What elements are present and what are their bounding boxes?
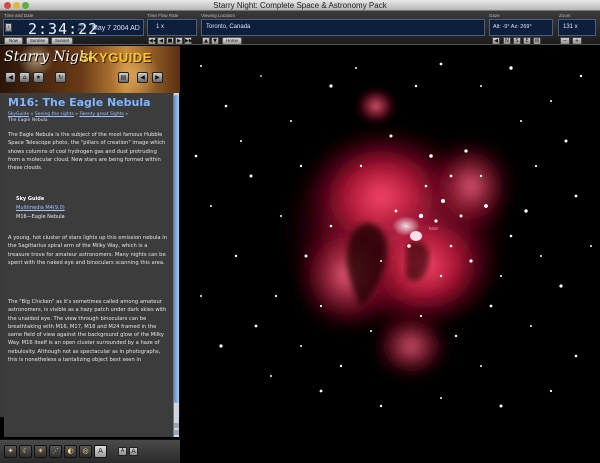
gaze-back-icon[interactable]: ◀ xyxy=(492,37,500,45)
text-size-larger-button[interactable]: A xyxy=(129,447,138,456)
stop-icon[interactable]: ■ xyxy=(166,37,174,45)
home-location-button[interactable]: Home xyxy=(222,37,242,45)
paragraph-cluster: A young, hot cluster of stars lights up … xyxy=(8,235,167,266)
print-icon[interactable]: ▤ xyxy=(118,72,129,83)
eagle-nebula-link[interactable]: M16—Eagle Nebula xyxy=(16,214,65,220)
rewind-icon[interactable]: ◀◀ xyxy=(148,37,157,45)
sunrise-button[interactable]: Sunrise xyxy=(26,37,49,45)
sky-guide-block-title: Sky Guide xyxy=(16,196,45,202)
time-panel-label: Time and Date xyxy=(4,13,34,18)
reload-icon[interactable]: ↻ xyxy=(55,72,66,83)
breadcrumb-link-sights[interactable]: Seeing the sights xyxy=(35,112,74,117)
toolbar: Time and Date ‹ 2:34:22 AM PM May 7 2004 … xyxy=(0,11,600,45)
back-arrow-icon[interactable]: ◀ xyxy=(5,72,16,83)
skyguide-banner: Starry Night SKYGUIDE ◀ ⌂ ★ ↻ ▤ ◀ ▶ xyxy=(0,46,180,93)
time-flow-display[interactable]: 1 x xyxy=(147,19,197,36)
zoom-in-icon[interactable]: + xyxy=(572,37,582,45)
text-tool-icon[interactable]: A xyxy=(94,445,107,458)
home-icon[interactable]: ⌂ xyxy=(19,72,30,83)
star-icon[interactable]: ✶ xyxy=(34,445,47,458)
window-title: Starry Night: Complete Space & Astronomy… xyxy=(213,1,387,10)
now-button[interactable]: Now xyxy=(4,37,23,45)
object-label[interactable]: M16 xyxy=(429,226,438,231)
multimedia-link[interactable]: Multimedia M4(9.0) xyxy=(16,205,65,211)
paragraph-intro: The Eagle Nebula is the subject of the m… xyxy=(8,132,166,172)
play-icon[interactable]: ▶ xyxy=(175,37,183,45)
play-reverse-icon[interactable]: ◀ xyxy=(157,37,165,45)
moon-icon[interactable]: ☾ xyxy=(19,445,32,458)
zoom-display[interactable]: 131 x xyxy=(558,19,596,36)
scroll-thumb[interactable] xyxy=(174,95,179,403)
skyguide-content: M16: The Eagle Nebula SkyGuide » Seeing … xyxy=(4,93,174,437)
compass-w-button[interactable]: W xyxy=(533,37,541,45)
time-flow-label: Time Flow Rate xyxy=(147,13,179,18)
app-window: Starry Night: Complete Space & Astronomy… xyxy=(0,0,600,463)
location-display[interactable]: Toronto, Canada xyxy=(201,19,485,36)
next-page-icon[interactable]: ▶ xyxy=(152,72,163,83)
compass-n-button[interactable]: N xyxy=(503,37,511,45)
breadcrumb-current: The Eagle Nebula xyxy=(8,118,48,123)
location-value: Toronto, Canada xyxy=(206,24,251,30)
compass-s-button[interactable]: S xyxy=(513,37,521,45)
sky-view[interactable]: M16 xyxy=(181,46,600,417)
tool-bar: ✦ ☾ ✶ ⋰ ◐ ◎ A A A xyxy=(0,439,180,463)
breadcrumb-link-twenty[interactable]: Twenty great Sights xyxy=(79,112,123,117)
time-flow-value: 1 x xyxy=(156,24,165,30)
scroll-up-icon[interactable] xyxy=(174,423,179,428)
zoom-label: Zoom xyxy=(559,13,571,18)
page-title: M16: The Eagle Nebula xyxy=(8,96,151,109)
title-bar: Starry Night: Complete Space & Astronomy… xyxy=(0,0,600,11)
previous-page-icon[interactable]: ◀ xyxy=(137,72,148,83)
globe-icon[interactable]: ◎ xyxy=(79,445,92,458)
time-value: 2:34:22 xyxy=(28,20,99,38)
fast-forward-icon[interactable]: ▶▶ xyxy=(184,37,193,45)
gaze-value: Alt: -9° Az: 269° xyxy=(493,24,532,30)
location-up-icon[interactable]: ▲ xyxy=(202,37,210,45)
telescope-icon[interactable]: ✦ xyxy=(4,445,17,458)
zoom-value: 131 x xyxy=(563,24,578,30)
brand-subtitle: SKYGUIDE xyxy=(80,50,152,65)
paragraph-big-chicken: The "Big Chicken" as it's sometimes call… xyxy=(8,299,167,364)
time-decrement-icon[interactable]: ‹ xyxy=(5,23,12,32)
text-size-smaller-button[interactable]: A xyxy=(118,447,127,456)
date-value: May 7 2004 AD xyxy=(92,25,140,32)
time-display[interactable]: ‹ 2:34:22 AM PM May 7 2004 AD xyxy=(3,19,144,38)
gaze-label: Gaze xyxy=(489,13,500,18)
planet-icon[interactable]: ◐ xyxy=(64,445,77,458)
bookmark-icon[interactable]: ★ xyxy=(33,72,44,83)
gaze-display[interactable]: Alt: -9° Az: 269° xyxy=(489,19,553,36)
content-scrollbar[interactable] xyxy=(173,93,179,437)
breadcrumb-link-skyguide[interactable]: SkyGuide xyxy=(8,112,29,117)
location-label: Viewing Location xyxy=(201,13,235,18)
compass-e-button[interactable]: E xyxy=(523,37,531,45)
eagle-nebula-image xyxy=(194,62,592,408)
skyguide-panel: Starry Night SKYGUIDE ◀ ⌂ ★ ↻ ▤ ◀ ▶ M16:… xyxy=(0,46,180,463)
location-down-icon[interactable]: ▼ xyxy=(211,37,219,45)
ampm-indicator: AM PM xyxy=(78,22,84,32)
sunset-button[interactable]: Sunset xyxy=(51,37,73,45)
scroll-down-icon[interactable] xyxy=(174,430,179,435)
constellation-icon[interactable]: ⋰ xyxy=(49,445,62,458)
zoom-out-icon[interactable]: − xyxy=(560,37,570,45)
breadcrumb: SkyGuide » Seeing the sights » Twenty gr… xyxy=(8,112,129,123)
